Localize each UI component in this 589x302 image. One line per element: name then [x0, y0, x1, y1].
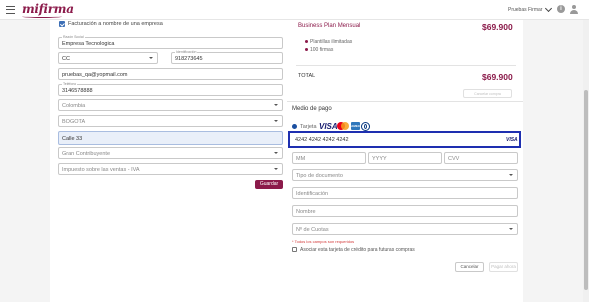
divider — [296, 65, 516, 66]
sales-tax-select[interactable]: Impuesto sobre las ventas - IVA — [58, 163, 283, 175]
amex-logo: AMEX — [351, 122, 360, 130]
company-name-field[interactable]: Razón Social Empresa Tecnologica — [58, 35, 283, 49]
feature-item: Plantillas ilimitadas — [310, 38, 353, 45]
total-label: TOTAL — [298, 73, 316, 79]
city-select[interactable]: BOGOTA — [58, 115, 283, 127]
cancel-purchase-button[interactable]: Cancelar compra — [463, 89, 512, 98]
save-card-label: Asociar esta tarjeta de crédito para fut… — [300, 246, 415, 253]
phone-field[interactable]: Teléfono 3146578888 — [58, 82, 283, 96]
card-radio[interactable] — [292, 124, 297, 129]
feature-item: 100 firmas — [310, 46, 334, 53]
caret-down-icon — [149, 57, 153, 59]
diners-logo — [361, 121, 370, 131]
required-note: * Todos los campos son requeridos — [292, 239, 355, 244]
address-field[interactable]: Calle 33 — [58, 131, 283, 145]
plan-price: $69.900 — [482, 22, 513, 32]
menu-icon[interactable] — [6, 6, 15, 14]
caret-down-icon — [274, 168, 278, 170]
caret-down-icon — [509, 228, 513, 230]
payer-id-field[interactable]: Identificación — [292, 187, 518, 199]
detected-brand-logo: VISA — [506, 137, 518, 143]
caret-down-icon — [274, 120, 278, 122]
chevron-down-icon[interactable] — [544, 4, 553, 13]
caret-down-icon — [274, 152, 278, 154]
expiry-month-field[interactable]: MM — [292, 152, 366, 164]
company-invoice-checkbox[interactable] — [59, 21, 65, 27]
document-type-select[interactable]: Tipo de documento — [292, 169, 518, 181]
expiry-year-field[interactable]: YYYY — [368, 152, 442, 164]
total-value: $69.900 — [482, 72, 513, 82]
taxpayer-type-select[interactable]: Gran Contribuyente — [58, 147, 283, 159]
info-icon[interactable]: i — [557, 5, 565, 13]
save-card-checkbox[interactable] — [292, 247, 297, 252]
save-button[interactable]: Guardar — [255, 180, 283, 189]
company-invoice-label: Facturación a nombre de una empresa — [68, 21, 163, 27]
cancel-button[interactable]: Cancelar — [455, 262, 484, 272]
top-bar: mifirma Pruebas Firmar i — [0, 0, 589, 20]
card-number-input[interactable]: 4242 4242 4242 4242 VISA — [288, 131, 521, 148]
caret-down-icon — [509, 174, 513, 176]
pay-now-button[interactable]: Pagar ahora — [489, 262, 518, 272]
scrollbar-thumb[interactable] — [584, 90, 588, 290]
payment-section-title: Medio de pago — [292, 106, 332, 112]
id-number-field[interactable]: Identificación 918273645 — [171, 50, 283, 64]
logo[interactable]: mifirma — [22, 2, 74, 18]
installments-select[interactable]: Nº de Cuotas — [292, 223, 518, 235]
user-icon[interactable] — [570, 5, 578, 14]
id-type-select[interactable]: CC — [58, 52, 158, 64]
mastercard-logo — [337, 122, 349, 130]
divider — [287, 101, 523, 102]
visa-logo: VISA — [319, 121, 338, 131]
cvv-field[interactable]: CVV — [444, 152, 518, 164]
plan-name: Business Plan Mensual — [298, 23, 361, 29]
card-method-label: Tarjeta — [300, 123, 317, 130]
country-select[interactable]: Colombia — [58, 99, 283, 111]
account-name[interactable]: Pruebas Firmar — [508, 7, 542, 13]
caret-down-icon — [274, 104, 278, 106]
bullet-icon — [305, 48, 308, 51]
bullet-icon — [305, 40, 308, 43]
cardholder-name-field[interactable]: Nombre — [292, 205, 518, 217]
email-field[interactable]: pruebas_qa@yopmail.com — [58, 68, 283, 80]
